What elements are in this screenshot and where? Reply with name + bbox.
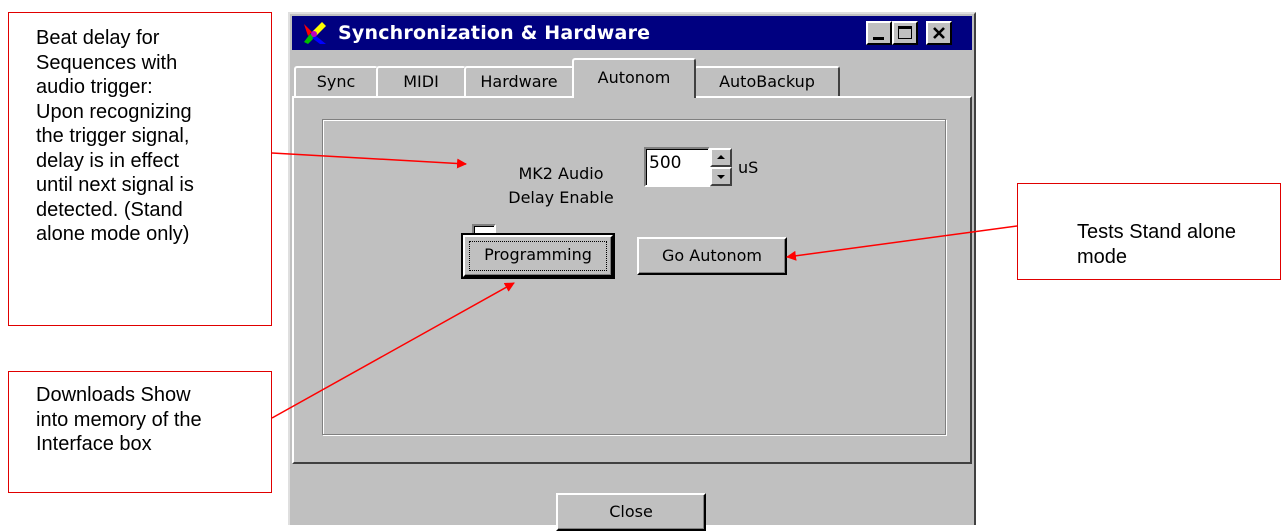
close-icon (933, 27, 945, 39)
minimize-button[interactable] (866, 21, 892, 45)
title-bar[interactable]: Synchronization & Hardware (292, 16, 972, 50)
arrow-down-icon (717, 175, 725, 179)
callout-line: Tests Stand alone (1077, 221, 1236, 243)
focus-rect (469, 241, 607, 271)
callout-line: Sequences with (36, 51, 178, 74)
sync-hardware-window: Synchronization & Hardware Sync MIDI Har… (288, 12, 976, 531)
go-autonom-button[interactable]: Go Autonom (637, 237, 787, 275)
callout-line: Beat delay for (36, 27, 160, 49)
close-button[interactable]: Close (556, 493, 706, 531)
mk2-label-line-2: Delay Enable (508, 188, 614, 207)
tab-autobackup[interactable]: AutoBackup (694, 66, 840, 96)
tab-sync[interactable]: Sync (294, 66, 378, 96)
maximize-icon (898, 26, 912, 39)
callout-line: Downloads Show (36, 384, 191, 406)
tab-midi[interactable]: MIDI (376, 66, 466, 96)
spin-down-button[interactable] (710, 167, 732, 186)
tab-autonom[interactable]: Autonom (572, 58, 696, 98)
callout-line: alone mode only) (36, 223, 190, 245)
minimize-icon (873, 37, 884, 40)
programming-button[interactable]: Programming (461, 233, 615, 279)
delay-value-input[interactable]: 500 (644, 147, 710, 187)
spin-up-button[interactable] (710, 148, 732, 167)
callout-line: into memory of the (36, 408, 202, 431)
callout-line: audio trigger: (36, 76, 153, 98)
app-icon[interactable] (302, 20, 328, 46)
close-window-button[interactable] (926, 21, 952, 45)
maximize-button[interactable] (892, 21, 918, 45)
callout-line: delay is in effect (36, 149, 180, 172)
beat-delay-callout: Beat delay for Sequences with audio trig… (8, 12, 272, 326)
tab-hardware[interactable]: Hardware (464, 66, 574, 96)
arrow-up-icon (717, 155, 725, 159)
callout-line: mode (1077, 245, 1128, 268)
tests-callout: Tests Stand alone mode (1017, 183, 1281, 280)
mk2-label-line-1: MK2 Audio (518, 164, 604, 183)
autonom-group-box (322, 119, 946, 435)
mk2-audio-delay-label: MK2 Audio Delay Enable (506, 162, 616, 210)
delay-unit-label: uS (738, 158, 759, 177)
autonom-tab-panel (292, 96, 972, 464)
callout-line: Interface box (36, 433, 152, 455)
callout-line: until next signal is (36, 174, 194, 196)
callout-line: the trigger signal, (36, 125, 190, 147)
callout-line: detected. (Stand (36, 198, 183, 221)
window-title: Synchronization & Hardware (338, 22, 651, 44)
downloads-callout: Downloads Show into memory of the Interf… (8, 371, 272, 493)
callout-line: Upon recognizing (36, 100, 192, 123)
